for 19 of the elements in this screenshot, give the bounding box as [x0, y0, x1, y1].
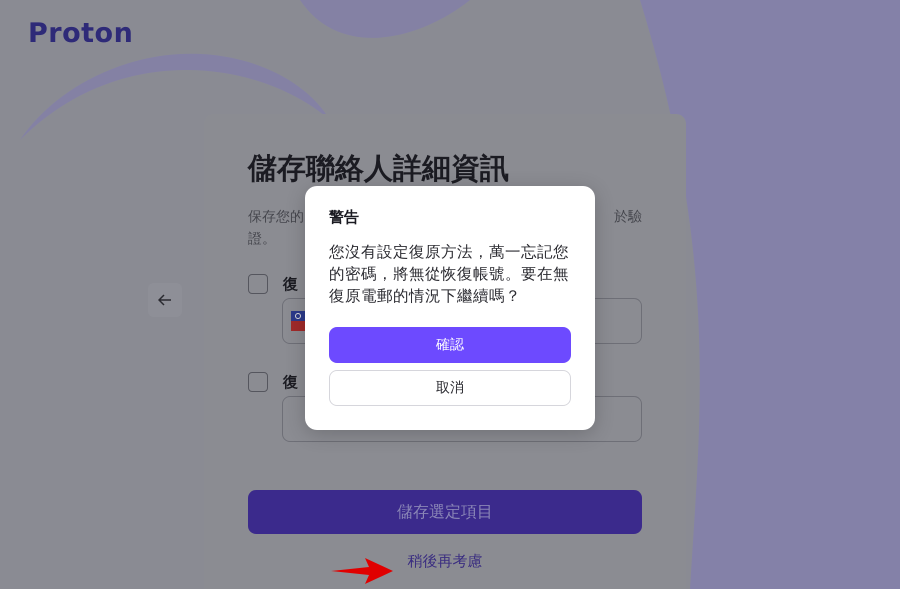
checkbox[interactable] [248, 372, 268, 392]
checkbox[interactable] [248, 274, 268, 294]
cancel-button[interactable]: 取消 [329, 370, 571, 406]
back-button[interactable] [148, 283, 182, 317]
description-text: 於驗 [614, 208, 642, 227]
proton-logo: Proton [28, 18, 134, 49]
flag-icon [291, 311, 305, 331]
save-button[interactable]: 儲存選定項目 [248, 490, 642, 534]
pointer-arrow [331, 558, 393, 584]
back-arrow-icon [158, 294, 172, 306]
later-link[interactable]: 稍後再考慮 [408, 552, 482, 571]
description-text: 保存您的 [248, 208, 304, 227]
option-label: 復 [283, 274, 298, 294]
card-title: 儲存聯絡人詳細資訊 [248, 150, 510, 187]
confirm-button[interactable]: 確認 [329, 327, 571, 363]
dialog-title: 警告 [329, 208, 360, 227]
option-label: 復 [283, 372, 298, 392]
description-text: 證。 [248, 230, 276, 249]
dialog-message: 您沒有設定復原方法，萬一忘記您的密碼，將無從恢復帳號。要在無復原電郵的情況下繼續嗎？ [329, 242, 570, 307]
